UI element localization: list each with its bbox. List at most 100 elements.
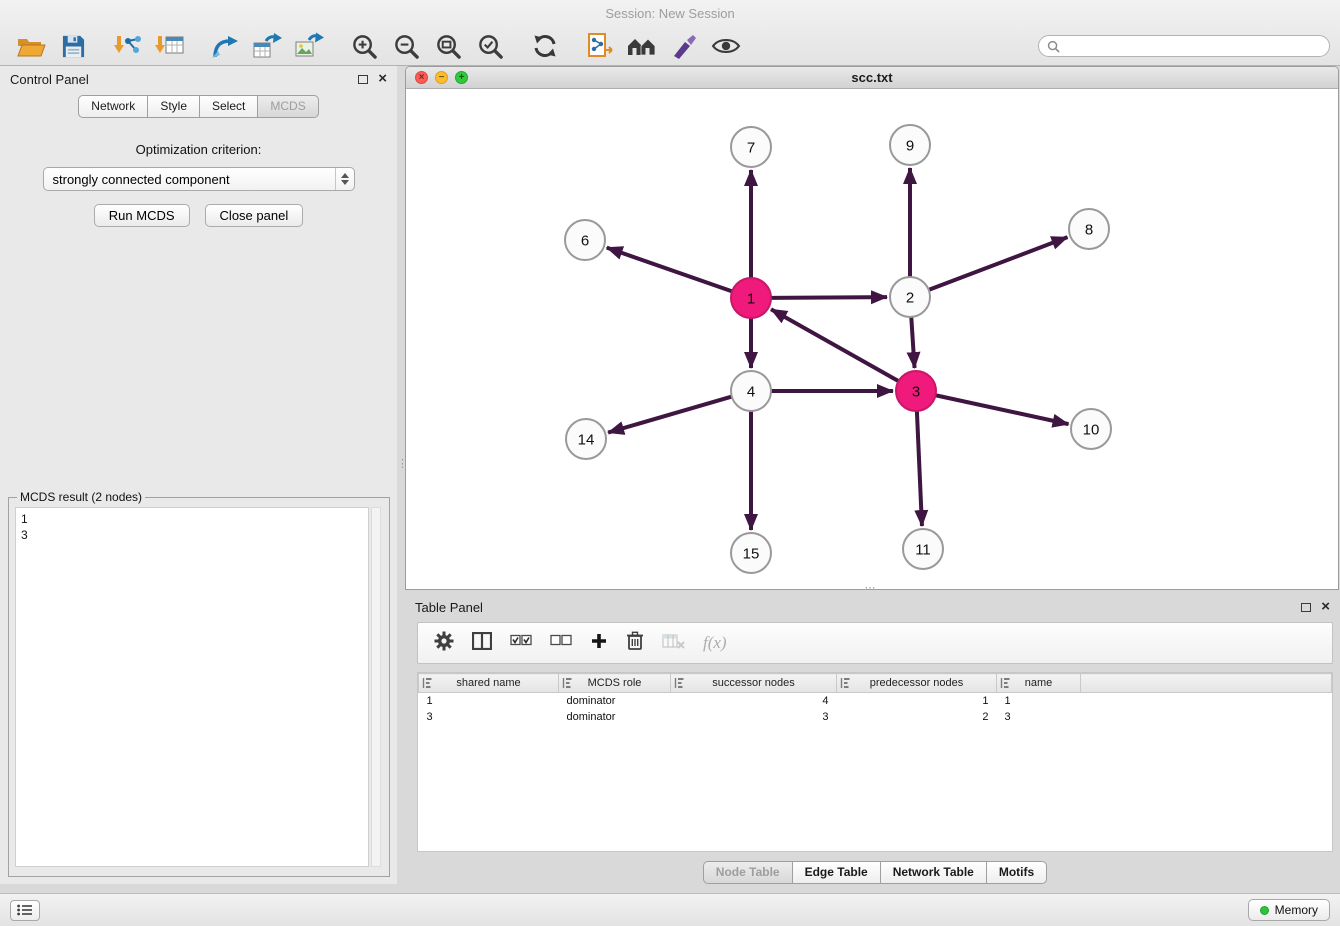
table-cell[interactable]: 1 bbox=[837, 693, 997, 709]
eye-glyph bbox=[711, 36, 741, 56]
zoom-out-icon[interactable] bbox=[385, 29, 427, 63]
node-table: shared nameMCDS rolesuccessor nodesprede… bbox=[418, 673, 1332, 725]
import-table-icon[interactable] bbox=[149, 29, 191, 63]
criterion-dropdown[interactable]: strongly connected component bbox=[43, 167, 355, 191]
table-row[interactable]: 1dominator411 bbox=[419, 693, 1332, 709]
close-panel-icon[interactable]: × bbox=[378, 74, 387, 84]
tab-motifs[interactable]: Motifs bbox=[987, 861, 1047, 884]
table-cell[interactable]: 2 bbox=[837, 709, 997, 725]
node-6[interactable]: 6 bbox=[565, 220, 605, 260]
float-panel-icon[interactable] bbox=[358, 75, 368, 84]
edge-4-14[interactable] bbox=[608, 397, 732, 433]
column-header-predecessor-nodes[interactable]: predecessor nodes bbox=[837, 674, 997, 693]
network-window-title: scc.txt bbox=[851, 70, 892, 85]
node-2[interactable]: 2 bbox=[890, 277, 930, 317]
show-hide-icon[interactable] bbox=[705, 29, 747, 63]
style-icon[interactable] bbox=[663, 29, 705, 63]
column-header-shared-name[interactable]: shared name bbox=[419, 674, 559, 693]
deselect-all-rows-icon[interactable] bbox=[550, 634, 572, 652]
table-cell[interactable]: 3 bbox=[419, 709, 559, 725]
close-window-icon[interactable]: × bbox=[415, 71, 428, 84]
edge-1-6[interactable] bbox=[607, 248, 732, 292]
tab-network-table[interactable]: Network Table bbox=[881, 861, 987, 884]
settings-gear-icon[interactable] bbox=[434, 631, 454, 656]
select-all-rows-icon[interactable] bbox=[510, 634, 532, 652]
edge-3-11[interactable] bbox=[917, 411, 922, 526]
minimize-window-icon[interactable]: − bbox=[435, 71, 448, 84]
search-input[interactable] bbox=[1065, 38, 1321, 55]
first-neighbors-icon[interactable] bbox=[621, 29, 663, 63]
run-mcds-button[interactable]: Run MCDS bbox=[94, 204, 190, 227]
network-canvas[interactable]: 7 9 6 8 1 2 4 3 14 10 15 11 bbox=[406, 89, 1338, 589]
network-file-icon[interactable] bbox=[579, 29, 621, 63]
tab-style[interactable]: Style bbox=[148, 95, 200, 118]
table-cell[interactable]: 3 bbox=[997, 709, 1081, 725]
mcds-panel-body: Optimization criterion: strongly connect… bbox=[0, 142, 397, 227]
zoom-in-icon[interactable] bbox=[343, 29, 385, 63]
export-image-icon[interactable] bbox=[288, 29, 330, 63]
edge-3-10[interactable] bbox=[936, 395, 1069, 424]
edge-1-2[interactable] bbox=[771, 297, 887, 298]
memory-button[interactable]: Memory bbox=[1248, 899, 1330, 921]
search-box[interactable] bbox=[1038, 35, 1330, 57]
show-panel-list-button[interactable] bbox=[10, 900, 40, 921]
column-header-successor-nodes[interactable]: successor nodes bbox=[671, 674, 837, 693]
table-cell[interactable]: dominator bbox=[559, 709, 671, 725]
function-builder-icon[interactable]: f(x) bbox=[703, 633, 727, 653]
edge-2-3[interactable] bbox=[911, 317, 914, 368]
svg-text:11: 11 bbox=[915, 542, 931, 559]
node-11[interactable]: 11 bbox=[903, 529, 943, 569]
close-table-panel-icon[interactable]: × bbox=[1321, 602, 1330, 612]
splitter-handle-vertical[interactable]: ⋮ bbox=[397, 460, 405, 484]
network-graph[interactable]: 7 9 6 8 1 2 4 3 14 10 15 11 bbox=[406, 89, 1338, 590]
tab-network[interactable]: Network bbox=[78, 95, 148, 118]
splitter-handle-horizontal[interactable]: ⋯ bbox=[858, 585, 882, 593]
zoom-selected-icon[interactable] bbox=[469, 29, 511, 63]
import-network-icon[interactable] bbox=[107, 29, 149, 63]
export-table-icon[interactable] bbox=[246, 29, 288, 63]
svg-text:8: 8 bbox=[1085, 222, 1093, 239]
column-header-MCDS-role[interactable]: MCDS role bbox=[559, 674, 671, 693]
node-3[interactable]: 3 bbox=[896, 371, 936, 411]
node-10[interactable]: 10 bbox=[1071, 409, 1111, 449]
table-toolbar: f(x) bbox=[417, 622, 1333, 664]
delete-column-icon[interactable] bbox=[662, 633, 685, 654]
open-session-icon[interactable] bbox=[10, 29, 52, 63]
table-cell[interactable]: 1 bbox=[997, 693, 1081, 709]
node-8[interactable]: 8 bbox=[1069, 209, 1109, 249]
node-1[interactable]: 1 bbox=[731, 278, 771, 318]
node-9[interactable]: 9 bbox=[890, 125, 930, 165]
zoom-window-icon[interactable]: + bbox=[455, 71, 468, 84]
tab-edge-table[interactable]: Edge Table bbox=[793, 861, 881, 884]
edge-2-8[interactable] bbox=[929, 237, 1068, 290]
delete-row-icon[interactable] bbox=[626, 631, 644, 656]
refresh-icon[interactable] bbox=[524, 29, 566, 63]
trash-glyph bbox=[626, 631, 644, 651]
close-panel-button[interactable]: Close panel bbox=[205, 204, 304, 227]
column-visibility-icon[interactable] bbox=[472, 632, 492, 655]
add-row-icon[interactable] bbox=[590, 632, 608, 655]
result-scrollbar[interactable] bbox=[371, 507, 381, 867]
node-14[interactable]: 14 bbox=[566, 419, 606, 459]
tab-mcds[interactable]: MCDS bbox=[258, 95, 318, 118]
magnifier-check-glyph bbox=[477, 33, 504, 60]
network-window-titlebar[interactable]: × − + scc.txt bbox=[406, 67, 1338, 89]
control-panel-title: Control Panel bbox=[10, 72, 89, 87]
save-session-icon[interactable] bbox=[52, 29, 94, 63]
float-table-panel-icon[interactable] bbox=[1301, 603, 1311, 612]
table-cell[interactable]: 4 bbox=[671, 693, 837, 709]
column-header-name[interactable]: name bbox=[997, 674, 1081, 693]
export-network-icon[interactable] bbox=[204, 29, 246, 63]
node-15[interactable]: 15 bbox=[731, 533, 771, 573]
network-view-window: × − + scc.txt 7 9 6 8 1 2 4 3 14 10 15 11 bbox=[405, 66, 1339, 590]
table-cell[interactable]: 3 bbox=[671, 709, 837, 725]
edge-3-1[interactable] bbox=[771, 309, 899, 381]
tab-node-table[interactable]: Node Table bbox=[703, 861, 793, 884]
tab-select[interactable]: Select bbox=[200, 95, 258, 118]
table-cell[interactable]: 1 bbox=[419, 693, 559, 709]
node-7[interactable]: 7 bbox=[731, 127, 771, 167]
table-row[interactable]: 3dominator323 bbox=[419, 709, 1332, 725]
table-cell[interactable]: dominator bbox=[559, 693, 671, 709]
zoom-fit-icon[interactable] bbox=[427, 29, 469, 63]
node-4[interactable]: 4 bbox=[731, 371, 771, 411]
